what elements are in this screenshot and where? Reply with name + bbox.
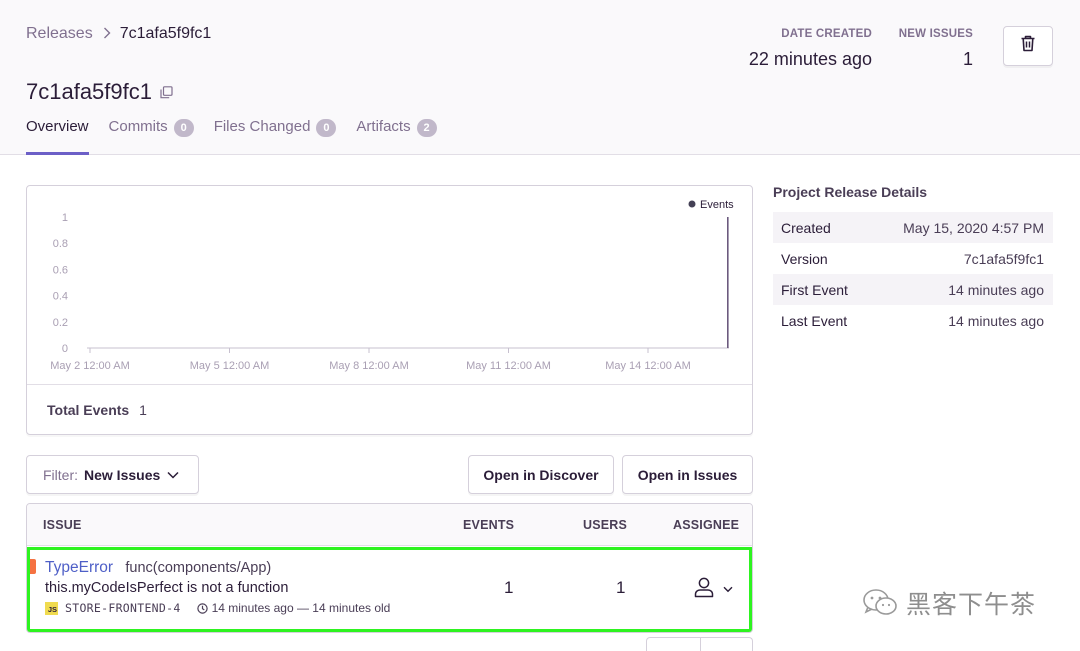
tab-files-changed[interactable]: Files Changed 0 bbox=[214, 118, 337, 155]
issue-culprit: func(components/App) bbox=[125, 560, 272, 576]
detail-value: 14 minutes ago bbox=[948, 312, 1044, 329]
x-tick-label: May 8 12:00 AM bbox=[329, 360, 409, 372]
tab-overview[interactable]: Overview bbox=[26, 118, 89, 155]
issue-users-count: 1 bbox=[616, 578, 626, 597]
user-icon bbox=[693, 576, 715, 603]
y-tick-label: 0.6 bbox=[53, 264, 68, 276]
date-created-label: DATE CREATED bbox=[781, 28, 872, 40]
y-tick-label: 1 bbox=[62, 212, 68, 224]
y-tick-label: 0 bbox=[62, 343, 68, 355]
detail-key: Version bbox=[781, 250, 828, 267]
y-tick-label: 0.8 bbox=[53, 238, 68, 250]
release-chart-panel: 1 0.8 0.6 0.4 0.2 0 May 2 12:00 AM May 5 12:00 … bbox=[26, 185, 753, 435]
open-in-discover-button[interactable]: Open in Discover bbox=[468, 455, 614, 494]
x-tick-label: May 5 12:00 AM bbox=[190, 360, 270, 372]
detail-key: First Event bbox=[781, 281, 848, 298]
detail-value: 7c1afa5f9fc1 bbox=[963, 250, 1044, 267]
issues-table: ISSUE EVENTS USERS ASSIGNEE TypeError fu… bbox=[26, 503, 753, 633]
page-title: 7c1afa5f9fc1 bbox=[26, 79, 173, 105]
tab-label: Commits bbox=[108, 118, 168, 135]
new-issues-label: NEW ISSUES bbox=[898, 28, 973, 40]
tab-label: Overview bbox=[26, 118, 89, 135]
tab-label: Artifacts bbox=[356, 118, 411, 135]
date-created-stat: DATE CREATED 22 minutes ago bbox=[749, 28, 872, 70]
column-header-assignee: ASSIGNEE bbox=[673, 518, 740, 532]
detail-row-last-event: Last Event 14 minutes ago bbox=[773, 305, 1053, 336]
x-tick-label: May 11 12:00 AM bbox=[466, 360, 551, 372]
legend-marker bbox=[688, 200, 696, 208]
legend-label: Events bbox=[700, 199, 734, 211]
new-issues-stat: NEW ISSUES 1 bbox=[899, 28, 973, 70]
release-header: Releases 7c1afa5f9fc1 7c1afa5f9fc1 DATE … bbox=[0, 0, 1080, 155]
detail-key: Last Event bbox=[781, 312, 848, 329]
chevron-down-icon bbox=[723, 586, 733, 593]
chevron-down-icon bbox=[167, 471, 179, 479]
y-tick-label: 0.2 bbox=[53, 317, 68, 329]
x-tick-label: May 14 12:00 AM bbox=[605, 360, 691, 372]
issue-title[interactable]: TypeError func(components/App) bbox=[45, 559, 271, 577]
filter-label: Filter: bbox=[43, 466, 78, 483]
issue-meta: JS STORE-FRONTEND-4 14 minutes ago — 14 … bbox=[45, 601, 390, 615]
delete-release-button[interactable] bbox=[1003, 26, 1053, 66]
tab-commits[interactable]: Commits 0 bbox=[109, 118, 194, 155]
issue-time: 14 minutes ago — 14 minutes old bbox=[211, 601, 391, 615]
total-events: Total Events 1 bbox=[47, 402, 147, 418]
copy-icon[interactable] bbox=[160, 85, 173, 99]
divider bbox=[27, 384, 752, 385]
issue-events-count: 1 bbox=[504, 578, 514, 597]
issues-table-header: ISSUE EVENTS USERS ASSIGNEE bbox=[27, 504, 752, 546]
detail-value: May 15, 2020 4:57 PM bbox=[903, 219, 1044, 236]
issues-filter-dropdown[interactable]: Filter: New Issues bbox=[26, 455, 199, 494]
chart-bar bbox=[727, 217, 729, 348]
clock-icon bbox=[196, 602, 208, 614]
side-panel-title: Project Release Details bbox=[773, 184, 928, 200]
column-header-events: EVENTS bbox=[463, 518, 515, 532]
issue-message: this.myCodeIsPerfect is not a function bbox=[45, 580, 289, 596]
tab-label: Files Changed bbox=[213, 118, 311, 135]
total-events-value: 1 bbox=[139, 402, 147, 418]
tab-artifacts[interactable]: Artifacts 2 bbox=[356, 118, 437, 155]
tab-count-badge: 0 bbox=[173, 119, 194, 137]
column-header-users: USERS bbox=[583, 518, 628, 532]
release-tabs: Overview Commits 0 Files Changed 0 Artif… bbox=[26, 118, 457, 155]
issue-row[interactable]: TypeError func(components/App) this.myCo… bbox=[27, 547, 752, 632]
breadcrumb-releases-link[interactable]: Releases bbox=[26, 25, 93, 43]
release-version-title: 7c1afa5f9fc1 bbox=[26, 79, 152, 104]
y-tick-label: 0.4 bbox=[53, 291, 68, 303]
detail-key: Created bbox=[781, 219, 831, 236]
assignee-selector[interactable] bbox=[693, 576, 733, 603]
pagination-buttons[interactable] bbox=[646, 637, 753, 651]
breadcrumb-current: 7c1afa5f9fc1 bbox=[119, 25, 212, 42]
issue-type-link[interactable]: TypeError bbox=[45, 559, 113, 576]
detail-value: 14 minutes ago bbox=[948, 281, 1044, 298]
breadcrumb: Releases 7c1afa5f9fc1 bbox=[26, 25, 211, 43]
x-tick-label: May 2 12:00 AM bbox=[50, 360, 130, 372]
chevron-right-icon bbox=[103, 26, 111, 43]
column-header-issue: ISSUE bbox=[43, 518, 82, 532]
filter-value: New Issues bbox=[84, 466, 161, 483]
detail-row-created: Created May 15, 2020 4:57 PM bbox=[773, 212, 1053, 243]
tab-count-badge: 2 bbox=[416, 119, 437, 137]
detail-row-first-event: First Event 14 minutes ago bbox=[773, 274, 1053, 305]
watermark-text: 黑客下午茶 bbox=[906, 591, 1037, 619]
trash-icon bbox=[1020, 35, 1036, 57]
error-level-indicator bbox=[30, 559, 36, 574]
wechat-icon bbox=[862, 588, 898, 618]
open-in-issues-button[interactable]: Open in Issues bbox=[622, 455, 753, 494]
events-chart: 1 0.8 0.6 0.4 0.2 0 May 2 12:00 AM May 5 12:00 … bbox=[50, 199, 734, 372]
watermark: 黑客下午茶 bbox=[862, 585, 1036, 621]
javascript-platform-icon: JS bbox=[45, 601, 58, 615]
tab-count-badge: 0 bbox=[316, 119, 337, 137]
detail-row-version: Version 7c1afa5f9fc1 bbox=[773, 243, 1053, 274]
date-created-value: 22 minutes ago bbox=[748, 49, 872, 69]
new-issues-value: 1 bbox=[962, 49, 973, 69]
issue-short-id[interactable]: STORE-FRONTEND-4 bbox=[65, 601, 181, 615]
total-events-label: Total Events bbox=[47, 402, 130, 418]
